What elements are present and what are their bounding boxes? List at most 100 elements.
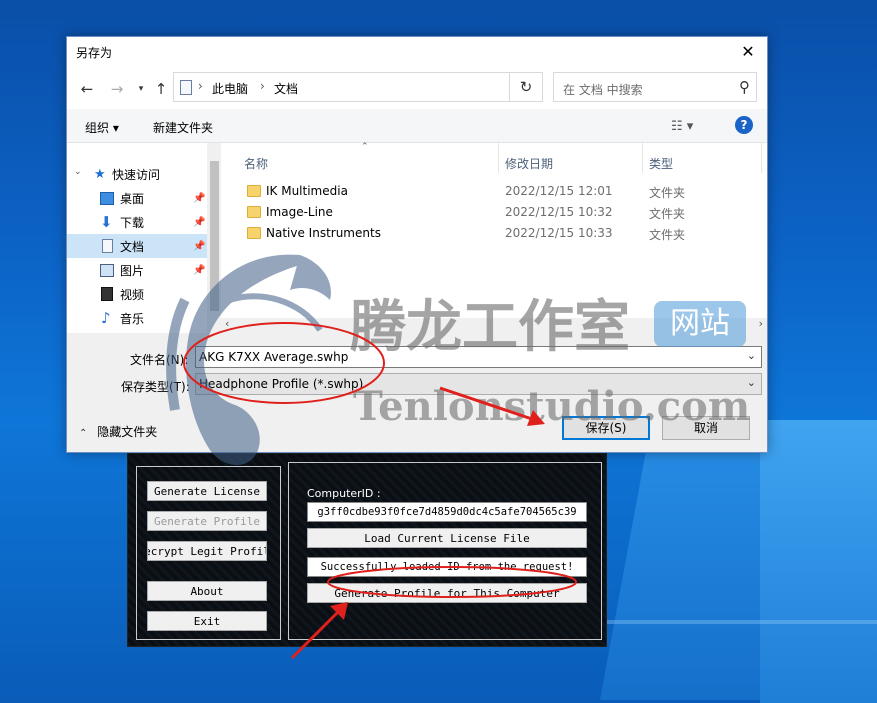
column-divider[interactable] — [498, 143, 499, 173]
recent-locations-chevron-icon[interactable]: ▾ — [131, 79, 151, 99]
search-box[interactable]: 在 文档 中搜索 ⚲ — [553, 72, 757, 102]
desktop-light-panel — [760, 420, 877, 703]
command-bar: 组织 ▾ 新建文件夹 ☷ ▾ ? — [67, 109, 767, 143]
file-type: 文件夹 — [649, 186, 686, 200]
pin-icon[interactable]: 📌 — [193, 217, 205, 228]
back-arrow-icon[interactable]: ← — [77, 79, 97, 99]
hide-folders-label: 隐藏文件夹 — [97, 425, 158, 439]
nav-item-documents[interactable]: 文档 📌 — [67, 234, 207, 258]
breadcrumb-this-pc[interactable]: 此电脑 — [212, 80, 248, 97]
document-icon — [102, 239, 113, 253]
pin-icon[interactable]: 📌 — [193, 193, 205, 204]
file-name: IK Multimedia — [266, 184, 348, 198]
breadcrumb-documents[interactable]: 文档 — [274, 80, 298, 97]
generate-license-button[interactable]: Generate License — [147, 481, 267, 501]
file-modified: 2022/12/15 12:01 — [505, 184, 613, 198]
view-options-icon[interactable]: ☷ ▾ — [671, 119, 693, 134]
breadcrumb-chevron-icon[interactable]: › — [260, 79, 265, 93]
dialog-title: 另存为 — [76, 46, 113, 60]
decrypt-legit-profile-button[interactable]: ecrypt Legit Profil — [147, 541, 267, 561]
nav-label: 下载 — [120, 215, 145, 230]
desktop-icon — [100, 192, 114, 205]
title-bar: 另存为 ✕ — [67, 37, 767, 67]
about-button[interactable]: About — [147, 581, 267, 601]
scroll-left-chevron-icon[interactable]: ‹ — [225, 317, 229, 330]
refresh-icon[interactable]: ↻ — [509, 72, 543, 102]
pin-icon[interactable]: 📌 — [193, 265, 205, 276]
status-field: Successfully loaded ID from the request! — [307, 557, 587, 577]
navigation-bar: ← → ▾ ↑ › 此电脑 › 文档 ⌄ ↻ 在 文档 中搜索 ⚲ — [67, 67, 767, 109]
navigation-pane: ⌄ ★ 快速访问 桌面 📌 ⬇ 下载 📌 文档 📌 图片 📌 视频 ♪ 音乐 — [67, 143, 221, 333]
picture-icon — [100, 264, 114, 277]
watermark-en-text: Tenlonstudio.com — [353, 383, 751, 430]
nav-scrollbar-thumb[interactable] — [210, 161, 219, 311]
forward-arrow-icon[interactable]: → — [107, 79, 127, 99]
nav-label: 图片 — [120, 263, 145, 278]
filename-dropdown-icon[interactable]: ⌄ — [747, 349, 756, 362]
new-folder-button[interactable]: 新建文件夹 — [153, 119, 213, 136]
file-type: 文件夹 — [649, 207, 686, 221]
nav-label: 文档 — [120, 239, 145, 254]
nav-item-desktop[interactable]: 桌面 📌 — [67, 186, 207, 210]
column-header-type[interactable]: 类型 — [649, 155, 673, 172]
star-icon: ★ — [94, 166, 106, 182]
nav-label: 音乐 — [120, 311, 145, 326]
column-divider[interactable] — [761, 143, 762, 173]
sort-up-chevron-icon: ⌃ — [361, 142, 369, 152]
up-arrow-icon[interactable]: ↑ — [151, 79, 171, 99]
organize-menu[interactable]: 组织 ▾ — [85, 119, 119, 136]
close-icon[interactable]: ✕ — [737, 41, 759, 63]
column-header-name[interactable]: 名称 — [244, 155, 268, 172]
search-icon[interactable]: ⚲ — [739, 78, 750, 96]
help-icon[interactable]: ? — [735, 116, 753, 134]
desktop-light-panel — [600, 440, 760, 700]
folder-icon — [247, 185, 261, 197]
file-name: Native Instruments — [266, 226, 381, 240]
computer-id-field[interactable]: g3ff0cdbe93f0fce7d4859d0dc4c5afe704565c3… — [307, 502, 587, 522]
nav-label: 桌面 — [120, 191, 145, 206]
column-divider[interactable] — [642, 143, 643, 173]
filename-value: AKG K7XX Average.swhp — [199, 350, 349, 364]
desktop-light-line — [600, 620, 877, 624]
watermark-badge: 网站 — [654, 301, 746, 347]
nav-item-music[interactable]: ♪ 音乐 — [67, 306, 207, 330]
scroll-right-chevron-icon[interactable]: › — [759, 317, 763, 330]
address-bar[interactable]: › 此电脑 › 文档 ⌄ — [173, 72, 543, 102]
nav-label: 视频 — [120, 287, 145, 302]
nav-item-quick-access[interactable]: ★ 快速访问 — [67, 162, 207, 186]
file-row[interactable]: Native Instruments 2022/12/15 10:33 文件夹 — [241, 223, 761, 244]
column-header-modified[interactable]: 修改日期 — [505, 155, 553, 172]
download-icon: ⬇ — [100, 212, 113, 231]
generator-window: Generate License Generate Profile ecrypt… — [127, 453, 607, 647]
watermark-cn-text: 腾龙工作室 — [350, 294, 630, 360]
generate-profile-button[interactable]: Generate Profile — [147, 511, 267, 531]
nav-item-pictures[interactable]: 图片 📌 — [67, 258, 207, 282]
document-icon — [180, 80, 192, 95]
filetype-label: 保存类型(T): — [121, 380, 190, 394]
pin-icon[interactable]: 📌 — [193, 241, 205, 252]
music-icon: ♪ — [101, 308, 111, 327]
file-row[interactable]: IK Multimedia 2022/12/15 12:01 文件夹 — [241, 181, 761, 202]
file-modified: 2022/12/15 10:33 — [505, 226, 613, 240]
generate-profile-for-computer-button[interactable]: Generate Profile for This Computer — [307, 583, 587, 603]
breadcrumb-chevron-icon[interactable]: › — [198, 79, 203, 93]
generator-right-panel: ComputerID : g3ff0cdbe93f0fce7d4859d0dc4… — [288, 462, 602, 640]
hide-folders-toggle[interactable]: ⌃ 隐藏文件夹 — [79, 423, 157, 440]
filename-label: 文件名(N): — [130, 353, 189, 367]
file-name: Image-Line — [266, 205, 333, 219]
nav-item-videos[interactable]: 视频 — [67, 282, 207, 306]
video-icon — [101, 287, 113, 301]
nav-item-downloads[interactable]: ⬇ 下载 📌 — [67, 210, 207, 234]
collapse-chevron-icon: ⌃ — [79, 428, 88, 439]
filetype-value: Headphone Profile (*.swhp) — [199, 377, 364, 391]
folder-icon — [247, 227, 261, 239]
load-license-button[interactable]: Load Current License File — [307, 528, 587, 548]
nav-label: 快速访问 — [112, 167, 161, 182]
generator-left-panel: Generate License Generate Profile ecrypt… — [136, 466, 281, 640]
exit-button[interactable]: Exit — [147, 611, 267, 631]
search-placeholder: 在 文档 中搜索 — [563, 83, 643, 97]
folder-icon — [247, 206, 261, 218]
file-type: 文件夹 — [649, 228, 686, 242]
computer-id-label: ComputerID : — [307, 487, 381, 500]
file-row[interactable]: Image-Line 2022/12/15 10:32 文件夹 — [241, 202, 761, 223]
